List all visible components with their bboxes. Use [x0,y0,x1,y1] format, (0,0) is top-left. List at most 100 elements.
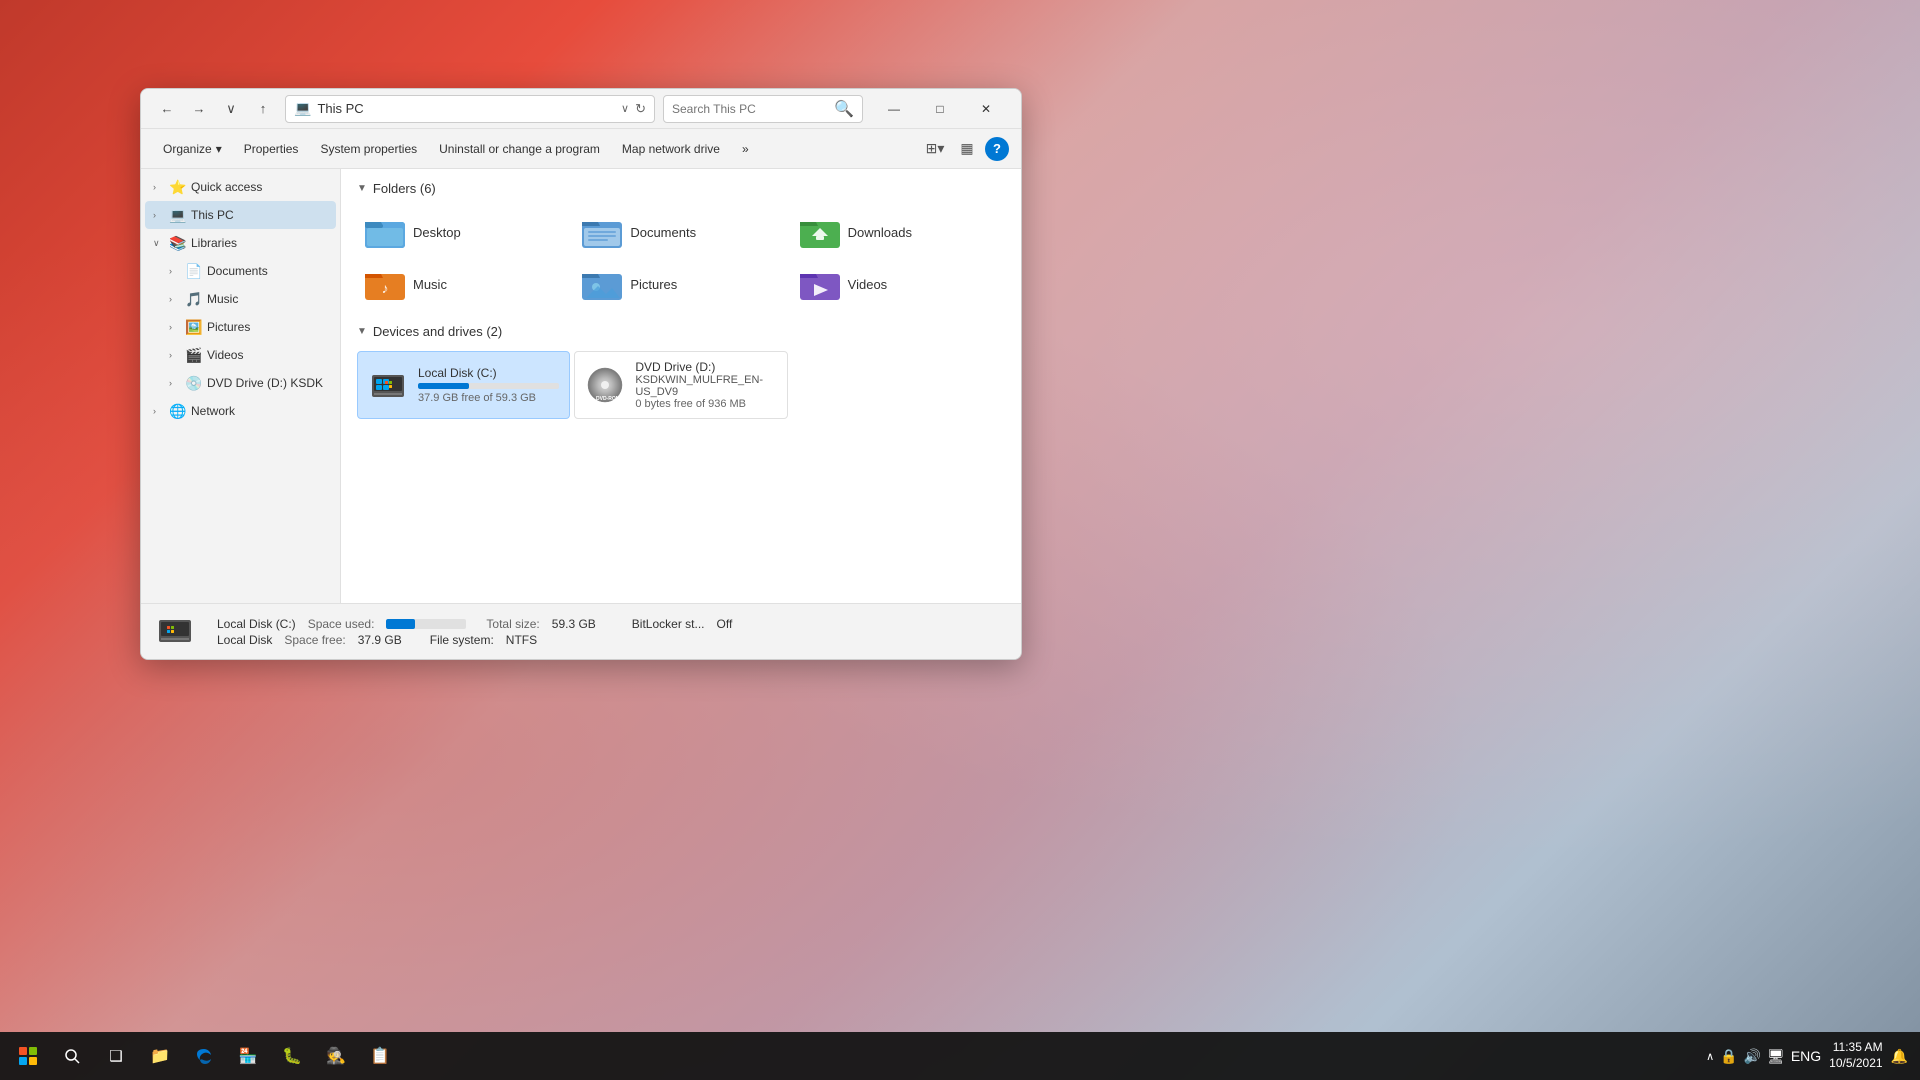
pictures-chevron: › [169,322,181,332]
taskbar-icon-spy[interactable]: 🕵️ [316,1036,356,1076]
folders-grid: Desktop [357,208,1005,308]
organize-label: Organize [163,142,212,156]
start-button[interactable] [8,1036,48,1076]
statusbar-row-2: Local Disk Space free: 37.9 GB File syst… [217,633,732,647]
downloads-folder-label: Downloads [848,225,912,240]
organize-button[interactable]: Organize ▾ [153,135,232,163]
main-area: › ⭐ Quick access › 💻 This PC ∨ 📚 Librari… [141,169,1021,603]
folder-desktop[interactable]: Desktop [357,208,570,256]
view-button[interactable]: ⊞ ▾ [921,135,949,163]
back-button[interactable]: ← [153,95,181,123]
content-area: ▼ Folders (6) [341,169,1021,603]
network-icon: 🌐 [169,403,187,420]
this-pc-label: This PC [191,208,234,222]
minimize-button[interactable]: — [871,93,917,125]
display-icon[interactable]: 🖥 [1767,1048,1785,1065]
statusbar-drive-label2: Local Disk [217,633,272,647]
toolbar-right: ⊞ ▾ ▦ ? [921,135,1009,163]
sidebar-item-network[interactable]: › 🌐 Network [145,397,336,425]
address-dropdown-arrow[interactable]: ∨ [621,102,629,115]
statusbar-row-1: Local Disk (C:) Space used: Total size: … [217,617,732,631]
drives-grid: Local Disk (C:) 37.9 GB free of 59.3 GB [357,351,1005,419]
taskbar-start-area: ❑ 📁 🏪 🐛 🕵️ 📋 [0,1036,408,1076]
volume-icon[interactable]: 🔊 [1744,1048,1761,1065]
layout-button[interactable]: ▦ [953,135,981,163]
properties-button[interactable]: Properties [234,135,309,163]
file-explorer-window: ← → ∨ ↑ 💻 This PC ∨ ↻ 🔍 — □ ✕ [140,88,1022,660]
folder-videos[interactable]: Videos [792,260,1005,308]
map-network-button[interactable]: Map network drive [612,135,730,163]
sidebar-item-libraries[interactable]: ∨ 📚 Libraries [145,229,336,257]
folder-documents[interactable]: Documents [574,208,787,256]
system-properties-button[interactable]: System properties [310,135,427,163]
up-button[interactable]: ↑ [249,95,277,123]
folder-downloads[interactable]: Downloads [792,208,1005,256]
folder-pictures[interactable]: Pictures [574,260,787,308]
forward-button[interactable]: → [185,95,213,123]
uninstall-button[interactable]: Uninstall or change a program [429,135,610,163]
sidebar-item-music[interactable]: › 🎵 Music [145,285,336,313]
notification-bell-icon[interactable]: 🔔 [1891,1048,1908,1065]
sidebar-item-documents[interactable]: › 📄 Documents [145,257,336,285]
quick-access-chevron: › [153,182,165,192]
music-icon: 🎵 [185,291,203,308]
sidebar-item-dvd[interactable]: › 💿 DVD Drive (D:) KSDK [145,369,336,397]
file-explorer-taskbar-button[interactable]: 📁 [140,1036,180,1076]
address-bar[interactable]: 💻 This PC ∨ ↻ [285,95,655,123]
this-pc-chevron: › [153,210,165,220]
libraries-chevron: ∨ [153,238,165,249]
taskbar-time-text: 11:35 AM [1829,1040,1882,1056]
statusbar-total-size-label: Total size: [486,617,539,631]
drives-collapse-icon[interactable]: ▼ [357,326,367,337]
drive-local-disk[interactable]: Local Disk (C:) 37.9 GB free of 59.3 GB [357,351,570,419]
statusbar: Local Disk (C:) Space used: Total size: … [141,603,1021,659]
statusbar-details: Local Disk (C:) Space used: Total size: … [217,617,732,647]
close-button[interactable]: ✕ [963,93,1009,125]
statusbar-space-used-label: Space used: [308,617,375,631]
search-icon[interactable]: 🔍 [834,99,854,119]
sidebar-item-quick-access[interactable]: › ⭐ Quick access [145,173,336,201]
sidebar-item-this-pc[interactable]: › 💻 This PC [145,201,336,229]
sidebar-item-videos[interactable]: › 🎬 Videos [145,341,336,369]
organize-arrow: ▾ [216,142,222,156]
search-input[interactable] [672,102,828,116]
taskbar-right: ∧ 🔒 🔊 🖥 ENG 11:35 AM 10/5/2021 🔔 [1694,1040,1920,1071]
taskbar-icon-notes[interactable]: 📋 [360,1036,400,1076]
downloads-folder-icon [800,214,840,250]
videos-folder-label: Videos [848,277,888,292]
dropdown-button[interactable]: ∨ [217,95,245,123]
local-disk-space: 37.9 GB free of 59.3 GB [418,392,559,404]
search-bar[interactable]: 🔍 [663,95,863,123]
help-button[interactable]: ? [985,137,1009,161]
dvd-drive-icon: DVD-ROM [585,365,625,405]
documents-chevron: › [169,266,181,276]
task-view-button[interactable]: ❑ [96,1036,136,1076]
store-button[interactable]: 🏪 [228,1036,268,1076]
folders-collapse-icon[interactable]: ▼ [357,183,367,194]
dvd-icon: 💿 [185,375,203,392]
quick-access-label: Quick access [191,180,262,194]
svg-text:♪: ♪ [382,280,389,296]
music-label: Music [207,292,238,306]
statusbar-total-size-val: 59.3 GB [552,617,596,631]
taskbar-date-text: 10/5/2021 [1829,1056,1882,1072]
statusbar-drive-icon [157,614,193,650]
more-button[interactable]: » [732,135,759,163]
taskbar-clock[interactable]: 11:35 AM 10/5/2021 [1829,1040,1882,1071]
edge-button[interactable] [184,1036,224,1076]
drive-dvd[interactable]: DVD-ROM DVD Drive (D:) KSDKWIN_MULFRE_EN… [574,351,787,419]
libraries-icon: 📚 [169,235,187,252]
documents-folder-label: Documents [630,225,696,240]
titlebar: ← → ∨ ↑ 💻 This PC ∨ ↻ 🔍 — □ ✕ [141,89,1021,129]
address-refresh-button[interactable]: ↻ [635,101,646,117]
folder-music[interactable]: ♪ Music [357,260,570,308]
maximize-button[interactable]: □ [917,93,963,125]
documents-folder-icon [582,214,622,250]
address-text: This PC [317,101,615,116]
documents-icon: 📄 [185,263,203,280]
sidebar-item-pictures[interactable]: › 🖼️ Pictures [145,313,336,341]
notification-chevron-icon[interactable]: ∧ [1706,1050,1714,1063]
search-button[interactable] [52,1036,92,1076]
taskbar-icon-bug[interactable]: 🐛 [272,1036,312,1076]
language-label[interactable]: ENG [1791,1048,1821,1064]
